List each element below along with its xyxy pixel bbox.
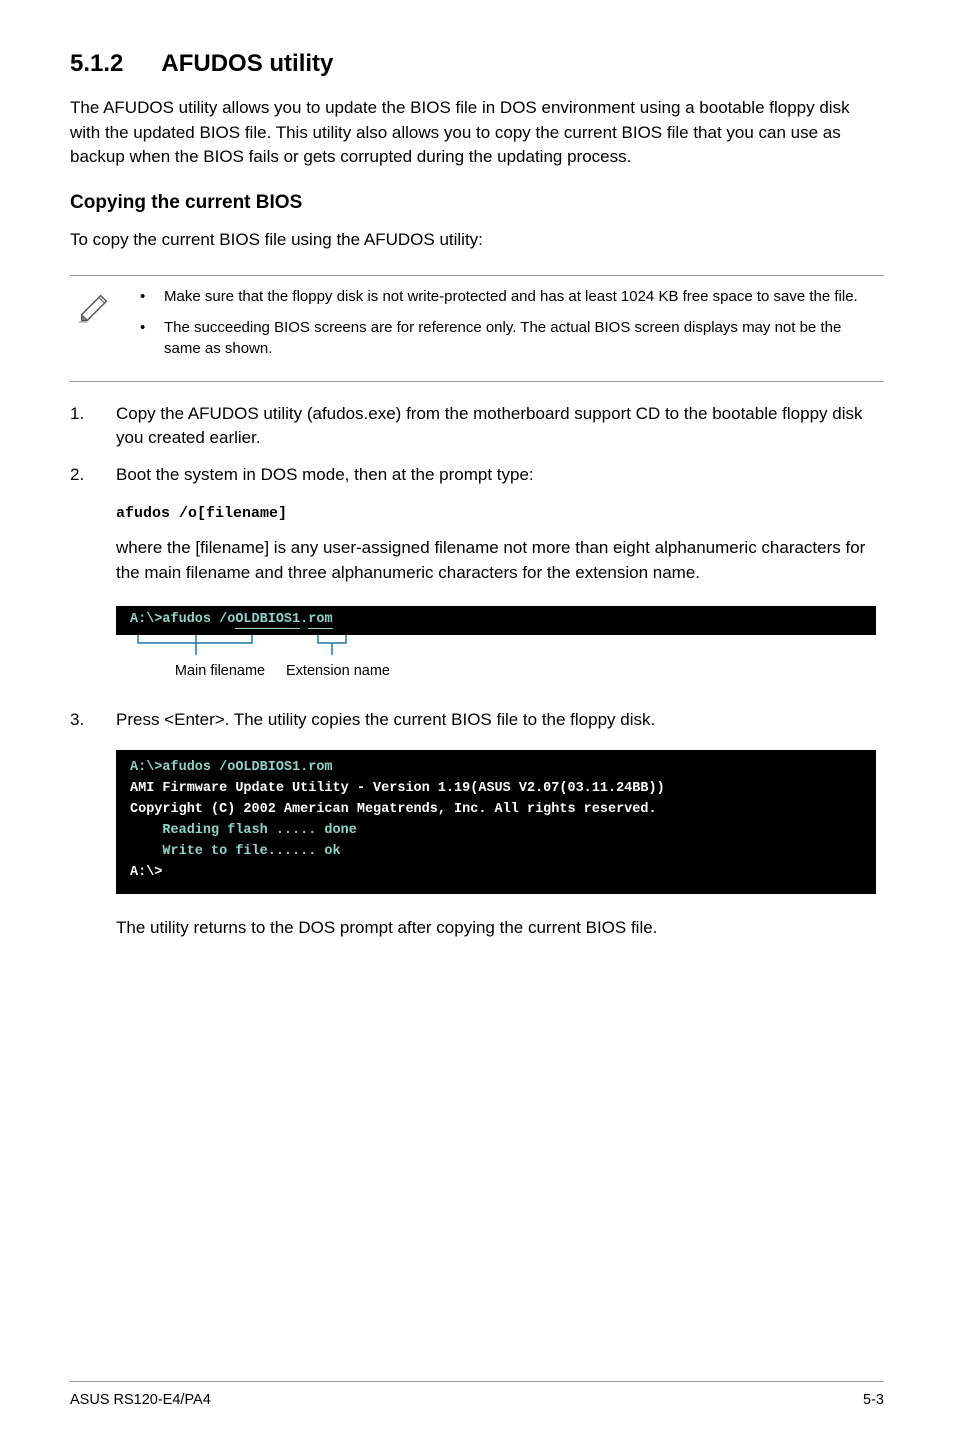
- section-title: AFUDOS utility: [161, 50, 333, 77]
- terminal-line: Reading flash ..... done: [130, 823, 357, 838]
- terminal-output-1: A:\>afudos /oOLDBIOS1.rom: [116, 606, 876, 635]
- step-text: Boot the system in DOS mode, then at the…: [116, 465, 534, 484]
- extension-bracket: Extension name: [316, 635, 371, 679]
- note-list: Make sure that the floppy disk is not wr…: [120, 286, 876, 369]
- pencil-icon: [70, 286, 120, 331]
- note-item: Make sure that the floppy disk is not wr…: [140, 286, 876, 307]
- code-command: afudos /o[filename]: [116, 505, 884, 522]
- note-block: Make sure that the floppy disk is not wr…: [70, 275, 884, 382]
- terminal-output-2: A:\>afudos /oOLDBIOS1.rom AMI Firmware U…: [116, 750, 876, 894]
- terminal-line: Write to file...... ok: [130, 844, 341, 859]
- extension-label: Extension name: [286, 663, 371, 679]
- section-heading: 5.1.2 AFUDOS utility: [70, 50, 884, 78]
- step-text: Copy the AFUDOS utility (afudos.exe) fro…: [116, 404, 862, 448]
- copying-intro: To copy the current BIOS file using the …: [70, 228, 884, 253]
- intro-paragraph: The AFUDOS utility allows you to update …: [70, 96, 884, 170]
- note-item: The succeeding BIOS screens are for refe…: [140, 317, 876, 359]
- page-footer: ASUS RS120-E4/PA4 5-3: [70, 1381, 884, 1408]
- step-text: Press <Enter>. The utility copies the cu…: [116, 710, 655, 729]
- footer-page-number: 5-3: [863, 1392, 884, 1408]
- footer-left: ASUS RS120-E4/PA4: [70, 1392, 211, 1408]
- main-filename-label: Main filename: [136, 663, 304, 679]
- terminal-line: Copyright (C) 2002 American Megatrends, …: [130, 802, 657, 817]
- step-item: 3. Press <Enter>. The utility copies the…: [70, 708, 884, 733]
- step-item: 2. Boot the system in DOS mode, then at …: [70, 463, 884, 488]
- section-number: 5.1.2: [70, 50, 123, 78]
- step-number: 2.: [70, 463, 84, 488]
- closing-paragraph: The utility returns to the DOS prompt af…: [116, 916, 884, 941]
- terminal-line: A:\>afudos /oOLDBIOS1.rom: [130, 612, 333, 629]
- step-number: 3.: [70, 708, 84, 733]
- terminal-line: A:\>afudos /oOLDBIOS1.rom: [130, 760, 333, 775]
- main-filename-bracket: Main filename: [136, 635, 304, 679]
- copying-heading: Copying the current BIOS: [70, 192, 884, 214]
- step-list: 1. Copy the AFUDOS utility (afudos.exe) …: [70, 402, 884, 488]
- code-description: where the [filename] is any user-assigne…: [116, 536, 884, 585]
- step-item: 1. Copy the AFUDOS utility (afudos.exe) …: [70, 402, 884, 451]
- bracket-labels: Main filename Extension name: [116, 635, 884, 690]
- step-number: 1.: [70, 402, 84, 427]
- terminal-line: AMI Firmware Update Utility - Version 1.…: [130, 781, 665, 796]
- step-list-cont: 3. Press <Enter>. The utility copies the…: [70, 708, 884, 733]
- terminal-line: A:\>: [130, 865, 162, 880]
